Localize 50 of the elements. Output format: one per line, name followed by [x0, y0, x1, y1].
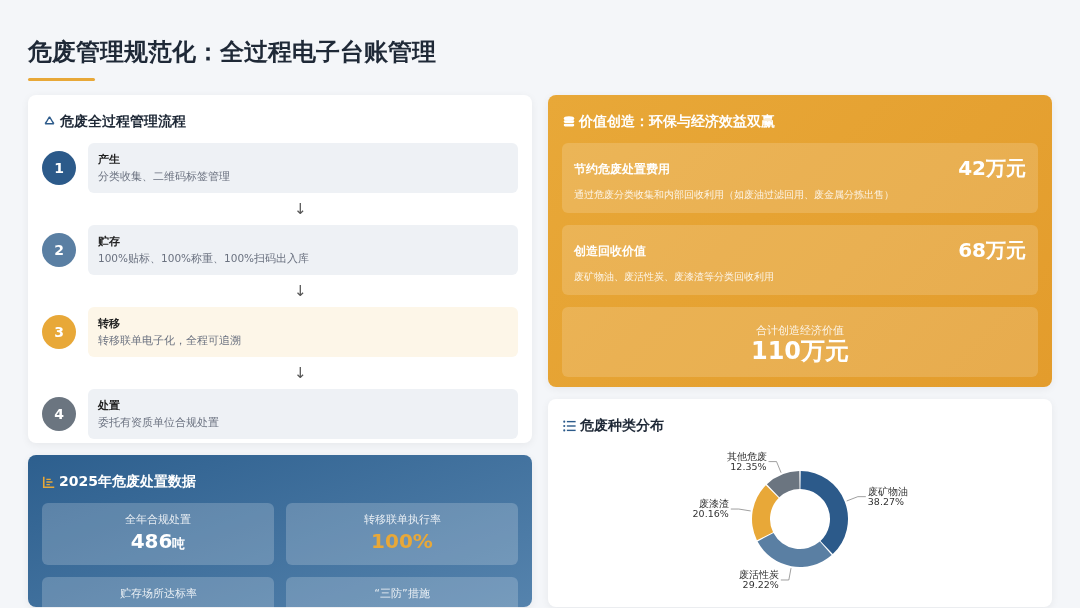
down-arrow: ↓ [293, 199, 307, 220]
step-name: 转移 [98, 316, 121, 331]
title-underline [28, 78, 95, 81]
stat-value: 486吨 [129, 529, 187, 553]
slice-label: 其他危废 [726, 450, 767, 462]
leader-line [846, 496, 867, 502]
down-arrow: ↓ [293, 281, 307, 302]
step-description: 转移联单电子化，全程可追溯 [98, 334, 242, 348]
leader-line [768, 461, 782, 474]
step-number: 1 [42, 151, 76, 185]
card-title: 2025年危废处置数据 [59, 473, 196, 491]
step-number: 3 [42, 315, 76, 349]
stat-label: 转移联单执行率 [362, 512, 442, 527]
list-icon [562, 419, 577, 433]
leader-line [780, 567, 792, 581]
card-title: 危废全过程管理流程 [60, 113, 186, 131]
stat-label: 全年合规处置 [124, 512, 192, 527]
bar-chart-icon [42, 475, 56, 489]
card-title: 价值创造：环保与经济效益双赢 [579, 113, 775, 131]
step-name: 贮存 [98, 234, 121, 249]
total-amount: 110万元 [749, 338, 851, 364]
down-arrow: ↓ [293, 363, 307, 384]
step-description: 委托有资质单位合规处置 [98, 416, 220, 430]
value-description: 废矿物油、废活性炭、废漆渣等分类回收利用 [574, 270, 775, 284]
slice-label: 废活性炭 [738, 569, 779, 580]
step-number: 2 [42, 233, 76, 267]
step-description: 分类收集、二维码标签管理 [98, 170, 231, 184]
total-label: 合计创造经济价值 [756, 323, 844, 338]
slice-label: 废矿物油 [867, 485, 908, 497]
slice-value: 29.22% [742, 579, 779, 590]
value-name: 创造回收价值 [574, 243, 646, 260]
value-amount: 42万元 [958, 155, 1026, 182]
step-description: 100%贴标、100%称重、100%扫码出入库 [98, 252, 311, 266]
step-name: 产生 [98, 152, 121, 167]
page-title: 危废管理规范化：全过程电子台账管理 [28, 37, 436, 68]
value-description: 通过危废分类收集和内部回收利用（如废油过滤回用、废金属分拣出售） [574, 188, 895, 202]
coins-icon [562, 115, 576, 129]
slice-value: 12.35% [730, 460, 767, 472]
value-name: 节约危废处置费用 [574, 161, 670, 178]
stat-value: 100% [370, 529, 434, 553]
slice-value: 20.16% [692, 508, 729, 520]
slice-value: 38.27% [867, 495, 905, 507]
stat-label: “三防”措施 [373, 586, 431, 601]
slice-label: 废漆渣 [698, 498, 729, 510]
step-number: 4 [42, 397, 76, 431]
value-amount: 68万元 [958, 237, 1026, 264]
leader-line [730, 508, 752, 512]
card-title: 危废种类分布 [580, 417, 664, 435]
stat-label: 贮存场所达标率 [118, 586, 198, 601]
step-name: 处置 [98, 398, 121, 413]
